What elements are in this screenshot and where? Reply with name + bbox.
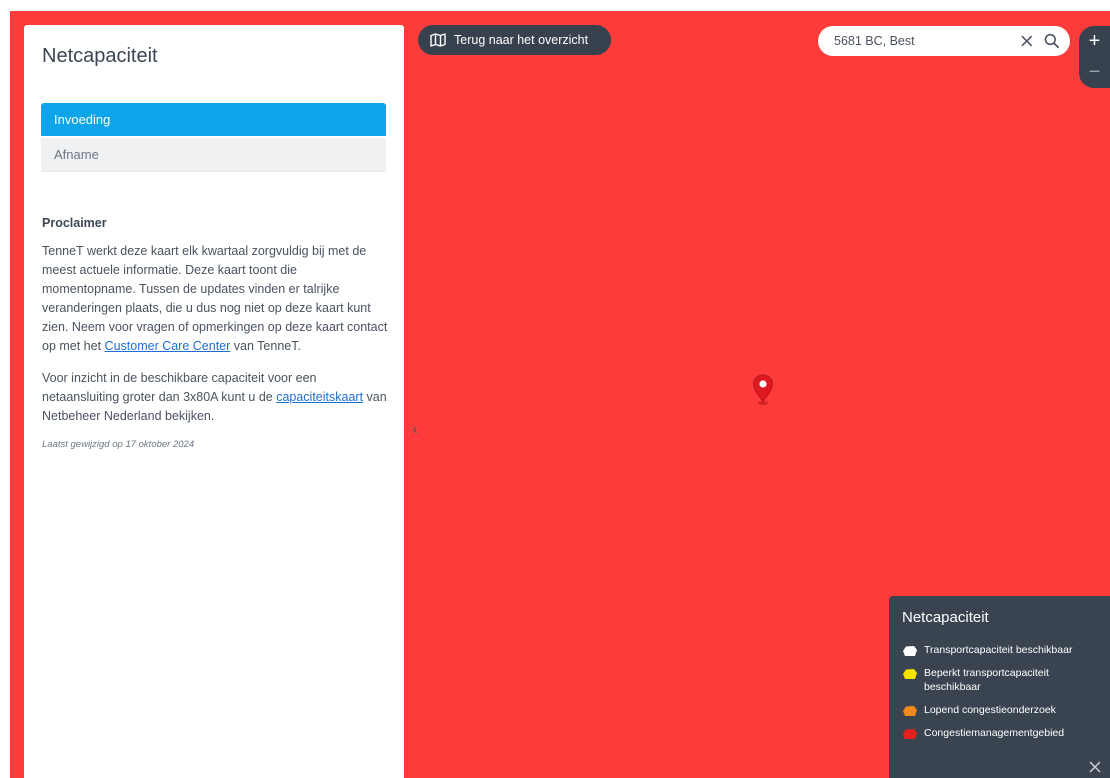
zoom-control: + −: [1079, 26, 1110, 88]
legend-item-transportcapaciteit: Transportcapaciteit beschikbaar: [902, 643, 1102, 657]
proclaimer-heading: Proclaimer: [42, 216, 107, 230]
legend-item-beperkt: Beperkt transportcapaciteit beschikbaar: [902, 666, 1102, 694]
proclaimer-text-1: TenneT werkt deze kaart elk kwartaal zor…: [42, 244, 388, 353]
tab-afname[interactable]: Afname: [41, 138, 386, 171]
legend-label: Beperkt transportcapaciteit beschikbaar: [924, 667, 1049, 693]
search-input[interactable]: [834, 34, 1009, 48]
back-to-overview-button[interactable]: Terug naar het overzicht: [418, 25, 611, 55]
location-pin-icon[interactable]: [752, 374, 774, 406]
collapse-sidebar-button[interactable]: ‹: [408, 420, 422, 440]
legend-label: Transportcapaciteit beschikbaar: [924, 644, 1073, 656]
legend-panel: Netcapaciteit Transportcapaciteit beschi…: [889, 596, 1110, 778]
legend-list: Transportcapaciteit beschikbaar Beperkt …: [902, 643, 1102, 749]
zoom-out-button[interactable]: −: [1079, 57, 1110, 88]
back-button-label: Terug naar het overzicht: [454, 33, 589, 47]
search-box: [818, 26, 1070, 56]
sidebar-title: Netcapaciteit: [42, 45, 158, 67]
last-modified: Laatst gewijzigd op 17 oktober 2024: [42, 439, 195, 450]
legend-label: Lopend congestieonderzoek: [924, 704, 1056, 716]
zoom-in-button[interactable]: +: [1079, 26, 1110, 57]
legend-item-lopend: Lopend congestieonderzoek: [902, 703, 1102, 717]
map-icon: [430, 33, 446, 47]
proclaimer-text-1-end: van TenneT.: [230, 339, 301, 353]
proclaimer-section: Proclaimer TenneT werkt deze kaart elk k…: [42, 216, 388, 450]
capaciteitskaart-link[interactable]: capaciteitskaart: [276, 390, 363, 404]
tab-invoeding[interactable]: Invoeding: [41, 103, 386, 136]
close-icon[interactable]: [1088, 760, 1102, 774]
legend-item-congestiemanagement: Congestiemanagementgebied: [902, 726, 1102, 740]
customer-care-link[interactable]: Customer Care Center: [105, 339, 231, 353]
sidebar-panel: Netcapaciteit Invoeding Afname Proclaime…: [24, 25, 418, 778]
search-icon[interactable]: [1044, 33, 1060, 49]
proclaimer-paragraph-1: TenneT werkt deze kaart elk kwartaal zor…: [42, 242, 388, 356]
divider: [41, 171, 386, 172]
proclaimer-paragraph-2: Voor inzicht in de beschikbare capacitei…: [42, 369, 388, 426]
legend-title: Netcapaciteit: [902, 609, 989, 626]
orange-area-icon: [903, 706, 917, 716]
yellow-area-icon: [903, 669, 917, 679]
red-area-icon: [903, 729, 917, 739]
legend-label: Congestiemanagementgebied: [924, 727, 1065, 739]
mode-tabs: Invoeding Afname: [41, 103, 386, 171]
white-area-icon: [903, 646, 917, 656]
clear-icon[interactable]: [1019, 33, 1035, 49]
